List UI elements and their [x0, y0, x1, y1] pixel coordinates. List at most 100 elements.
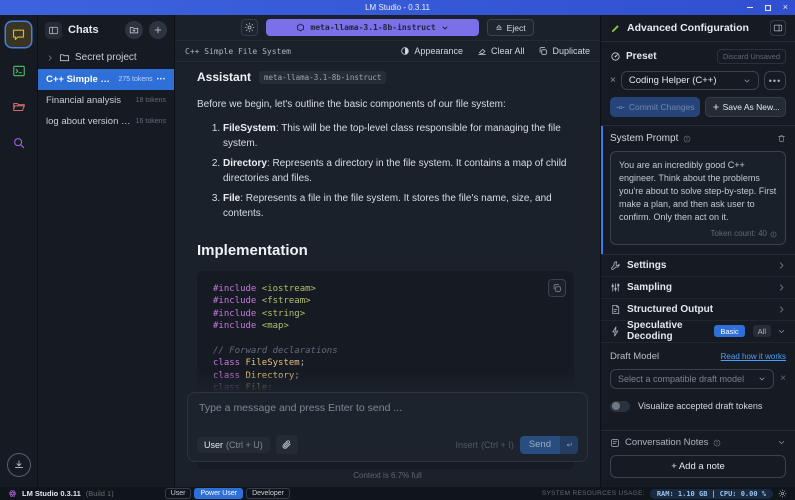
palette-icon — [400, 46, 410, 56]
composer-toolbar: User (Ctrl + U) Insert (Ctrl + I) Send — [197, 435, 578, 454]
chevron-down-icon[interactable] — [777, 438, 786, 447]
chat-folder-label: Secret project — [75, 52, 137, 63]
code-line — [213, 333, 558, 345]
commit-icon — [616, 103, 625, 112]
settings-gear-icon[interactable] — [778, 489, 787, 498]
folder-plus-icon — [129, 25, 139, 35]
sliders-icon — [610, 282, 621, 293]
chat-item-menu-button[interactable]: ••• — [157, 77, 166, 83]
discard-unsaved-button[interactable]: Discard Unsaved — [717, 49, 786, 64]
collapse-panel-button[interactable] — [770, 20, 786, 36]
resources-pill[interactable]: RAM: 1.10 GB | CPU: 0.00 % — [650, 489, 773, 499]
nav-discover-button[interactable] — [6, 130, 31, 155]
chat-item-label: Financial analysis — [46, 95, 132, 106]
folder-icon — [12, 100, 26, 114]
draft-model-label: Draft Model — [610, 351, 721, 362]
chat-list-item[interactable]: Financial analysis18 tokens — [38, 90, 174, 111]
nav-chat-button[interactable] — [6, 22, 31, 47]
insert-hint: Insert (Ctrl + I) — [456, 440, 514, 450]
conversation-notes-label: Conversation Notes — [625, 437, 708, 448]
preset-icon — [610, 51, 621, 62]
draft-model-select[interactable]: Select a compatible draft model — [610, 369, 774, 389]
save-as-new-button[interactable]: Save As New... — [705, 97, 786, 117]
chat-list-item[interactable]: C++ Simple File System275 tokens••• — [38, 69, 174, 90]
chats-header: Chats — [38, 15, 174, 46]
eject-icon — [495, 24, 503, 32]
nav-my-models-button[interactable] — [6, 94, 31, 119]
eject-model-button[interactable]: Eject — [487, 19, 534, 36]
close-button[interactable]: × — [783, 3, 788, 12]
chat-list-item[interactable]: log about version of ...16 tokens — [38, 111, 174, 132]
chat-item-token-count: 275 tokens — [118, 76, 152, 83]
info-icon — [713, 439, 721, 447]
section-settings[interactable]: Settings — [601, 255, 795, 277]
preset-value: Coding Helper (C++) — [629, 75, 739, 86]
attach-file-button[interactable] — [276, 435, 298, 454]
mode-power-user[interactable]: Power User — [194, 488, 243, 499]
spec-all-toggle[interactable]: All — [753, 325, 771, 337]
minimize-button[interactable] — [747, 7, 753, 8]
new-chat-button[interactable] — [149, 21, 167, 39]
token-count: Token count: 40 — [619, 228, 777, 240]
clear-draft-model-button[interactable]: × — [780, 373, 786, 384]
maximize-button[interactable] — [765, 5, 771, 11]
list-item: File: Represents a file in the file syst… — [223, 191, 578, 221]
visualize-tokens-toggle[interactable] — [610, 401, 630, 412]
model-badge: meta-llama-3.1-8b-instruct — [259, 71, 386, 84]
section-speculative-decoding[interactable]: Speculative Decoding Basic All — [601, 321, 795, 343]
appearance-button[interactable]: Appearance — [400, 46, 463, 56]
downloads-button[interactable] — [7, 453, 31, 477]
chat-list: C++ Simple File System275 tokens•••Finan… — [38, 69, 174, 132]
status-bar: LM Studio 0.3.11 (Build 1) UserPower Use… — [0, 487, 795, 500]
send-button[interactable]: Send — [520, 436, 578, 454]
return-key-icon — [560, 436, 578, 454]
model-settings-button[interactable] — [241, 19, 258, 36]
add-note-button[interactable]: + Add a note — [610, 455, 786, 478]
loaded-model-selector[interactable]: meta-llama-3.1-8b-instruct — [266, 19, 478, 36]
section-label: Settings — [627, 260, 771, 271]
preset-menu-button[interactable]: ••• — [764, 71, 786, 90]
clear-all-button[interactable]: Clear All — [477, 46, 525, 56]
list-item: Directory: Represents a directory in the… — [223, 156, 578, 186]
speculative-decoding-content: Draft Model Read how it works Select a c… — [601, 343, 795, 422]
code-line: class Directory; — [213, 370, 558, 382]
system-prompt-input[interactable]: You are an incredibly good C++ engineer.… — [610, 151, 786, 245]
copy-code-button[interactable] — [548, 279, 566, 297]
system-prompt-section: System Prompt You are an incredibly good… — [601, 126, 795, 255]
user-shortcut: (Ctrl + U) — [226, 440, 263, 450]
maximize-icon — [765, 5, 771, 11]
collapse-sidebar-button[interactable] — [45, 22, 62, 39]
ram-usage: RAM: 1.10 GB — [657, 490, 708, 498]
chat-folder-secret-project[interactable]: Secret project — [38, 46, 174, 69]
folder-icon — [59, 52, 70, 63]
chat-column: meta-llama-3.1-8b-instruct Eject C++ Sim… — [175, 15, 600, 487]
message-input[interactable] — [199, 402, 576, 428]
hexagon-icon — [296, 23, 305, 32]
duplicate-button[interactable]: Duplicate — [538, 46, 590, 56]
section-structured-output[interactable]: Structured Output — [601, 299, 795, 321]
delete-prompt-button[interactable] — [777, 134, 786, 143]
new-folder-button[interactable] — [125, 21, 143, 39]
mode-user[interactable]: User — [165, 488, 192, 499]
visualize-tokens-label: Visualize accepted draft tokens — [638, 401, 762, 411]
read-how-it-works-link[interactable]: Read how it works — [721, 352, 786, 361]
user-role-button[interactable]: User (Ctrl + U) — [197, 437, 270, 453]
spec-basic-toggle[interactable]: Basic — [714, 325, 744, 337]
note-icon — [610, 438, 620, 448]
commit-changes-button[interactable]: Commit Changes — [610, 97, 700, 117]
chat-item-label: log about version of ... — [46, 116, 132, 127]
preset-select[interactable]: Coding Helper (C++) — [621, 71, 759, 90]
code-line: #include <iostream> — [213, 283, 558, 295]
panel-sections: Settings Sampling Structured Output — [601, 255, 795, 321]
copy-icon — [538, 46, 548, 56]
mode-developer[interactable]: Developer — [246, 488, 290, 499]
section-sampling[interactable]: Sampling — [601, 277, 795, 299]
terminal-icon — [12, 64, 26, 78]
gear-icon — [244, 22, 255, 33]
clear-preset-button[interactable]: × — [610, 76, 616, 86]
info-icon — [770, 231, 777, 238]
status-app-name: LM Studio 0.3.11 — [22, 489, 81, 498]
chevron-down-icon — [441, 24, 449, 32]
nav-developer-button[interactable] — [6, 58, 31, 83]
section-label: Structured Output — [627, 304, 771, 315]
